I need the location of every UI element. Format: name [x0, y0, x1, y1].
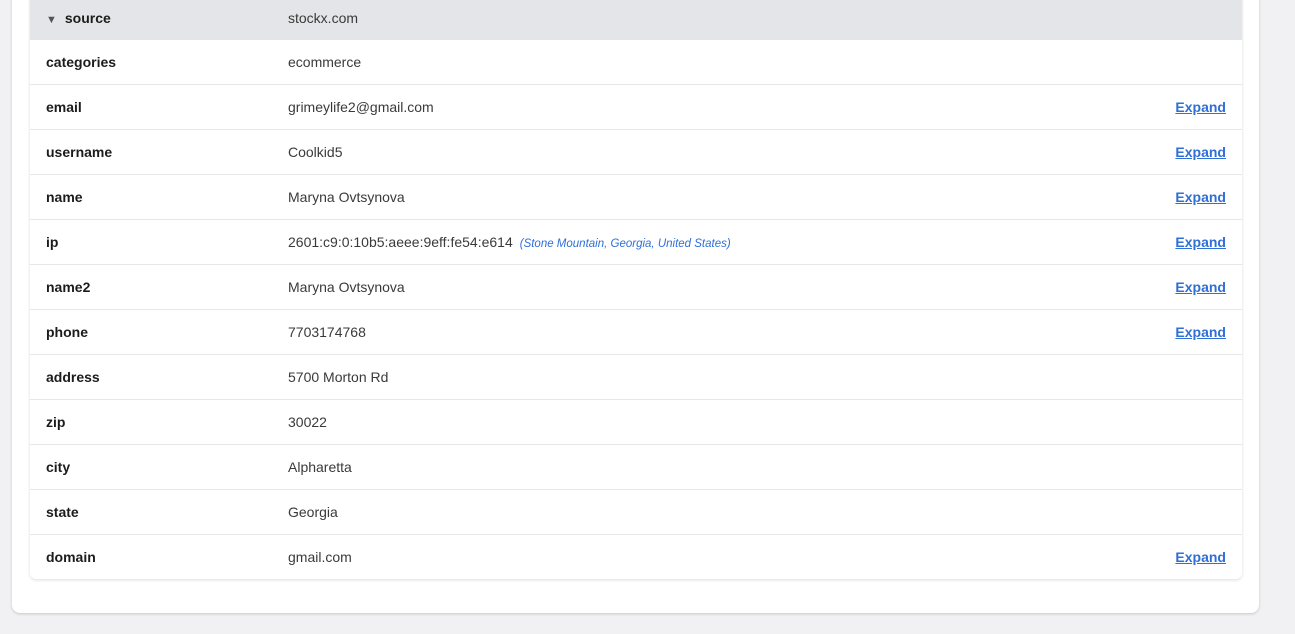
- field-value-text: Coolkid5: [288, 144, 343, 160]
- field-value: 7703174768: [288, 324, 366, 340]
- field-value: gmail.com: [288, 549, 352, 565]
- source-value: stockx.com: [288, 10, 359, 26]
- field-value: 30022: [288, 414, 327, 430]
- expand-link[interactable]: Expand: [1175, 99, 1226, 115]
- source-key: ▼ source: [46, 10, 111, 26]
- field-value: Maryna Ovtsynova: [288, 189, 405, 205]
- record-row-name: name Maryna Ovtsynova Expand: [30, 175, 1242, 220]
- source-key-label: source: [64, 10, 111, 26]
- record-table: ▼ source stockx.com categories ecommerce em…: [30, 0, 1242, 579]
- field-key: name2: [46, 279, 91, 295]
- field-key: address: [46, 369, 100, 385]
- record-row-domain: domain gmail.com Expand: [30, 535, 1242, 579]
- field-value-text: grimeylife2@gmail.com: [288, 99, 434, 115]
- record-row-address: address 5700 Morton Rd: [30, 355, 1242, 400]
- ip-geolocation: (Stone Mountain, Georgia, United States): [519, 238, 731, 250]
- source-header-row[interactable]: ▼ source stockx.com: [30, 0, 1242, 40]
- record-row-city: city Alpharetta: [30, 445, 1242, 490]
- field-value-text: Alpharetta: [288, 459, 352, 475]
- record-row-zip: zip 30022: [30, 400, 1242, 445]
- field-value-text: Georgia: [288, 504, 338, 520]
- field-value-text: 30022: [288, 414, 327, 430]
- field-key: username: [46, 144, 113, 160]
- expand-link[interactable]: Expand: [1175, 234, 1226, 250]
- field-key: domain: [46, 549, 96, 565]
- field-key: categories: [46, 54, 117, 70]
- record-row-state: state Georgia: [30, 490, 1242, 535]
- record-row-username: username Coolkid5 Expand: [30, 130, 1242, 175]
- record-row-email: email grimeylife2@gmail.com Expand: [30, 85, 1242, 130]
- field-value: 5700 Morton Rd: [288, 369, 388, 385]
- caret-down-icon[interactable]: ▼: [46, 14, 57, 26]
- record-rows: categories ecommerce email grimeylife2@gmai…: [30, 40, 1242, 579]
- field-value: Coolkid5: [288, 144, 342, 160]
- record-row-categories: categories ecommerce: [30, 40, 1242, 85]
- field-key: name: [46, 189, 83, 205]
- record-row-name2: name2 Maryna Ovtsynova Expand: [30, 265, 1242, 310]
- field-value: 2601:c9:0:10b5:aeee:9eff:fe54:e614 (Stone…: [288, 234, 731, 250]
- expand-link[interactable]: Expand: [1175, 549, 1226, 565]
- field-key: city: [46, 459, 71, 475]
- field-value: grimeylife2@gmail.com: [288, 99, 434, 115]
- field-value-text: gmail.com: [288, 549, 352, 565]
- field-key: email: [46, 99, 82, 115]
- field-value-text: ecommerce: [288, 54, 362, 70]
- record-row-ip: ip 2601:c9:0:10b5:aeee:9eff:fe54:e614 (Sto…: [30, 220, 1242, 265]
- field-value-text: Maryna Ovtsynova: [288, 279, 405, 295]
- field-value-text: 5700 Morton Rd: [288, 369, 389, 385]
- record-row-phone: phone 7703174768 Expand: [30, 310, 1242, 355]
- field-value: Alpharetta: [288, 459, 352, 475]
- field-key: zip: [46, 414, 66, 430]
- expand-link[interactable]: Expand: [1175, 279, 1226, 295]
- expand-link[interactable]: Expand: [1175, 144, 1226, 160]
- field-value-text: 7703174768: [288, 324, 366, 340]
- field-key: state: [46, 504, 79, 520]
- field-value: Georgia: [288, 504, 338, 520]
- field-key: ip: [46, 234, 59, 250]
- field-value-text: Maryna Ovtsynova: [288, 189, 405, 205]
- expand-link[interactable]: Expand: [1175, 189, 1226, 205]
- field-value: Maryna Ovtsynova: [288, 279, 405, 295]
- expand-link[interactable]: Expand: [1175, 324, 1226, 340]
- field-value-text: 2601:c9:0:10b5:aeee:9eff:fe54:e614: [288, 234, 513, 250]
- field-key: phone: [46, 324, 88, 340]
- field-value: ecommerce: [288, 54, 361, 70]
